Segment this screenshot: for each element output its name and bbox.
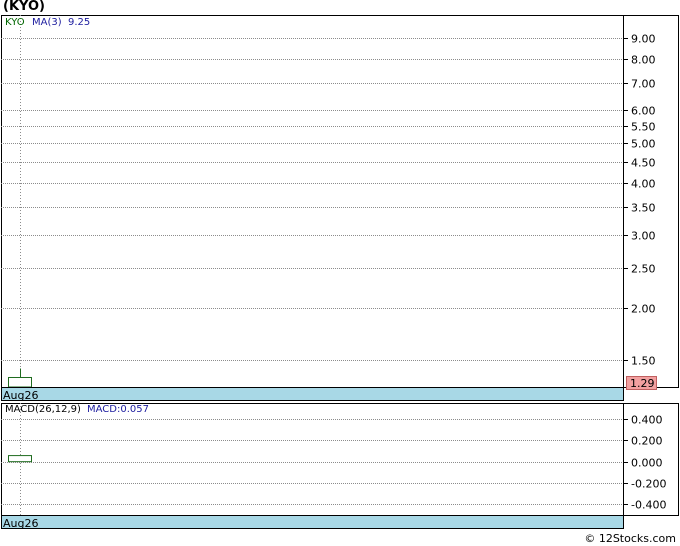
macd-tick-label: 0.200 bbox=[631, 435, 663, 448]
candle-body bbox=[8, 376, 32, 388]
legend-ma-value: 9.25 bbox=[68, 17, 90, 28]
macd-tick-label: 0.400 bbox=[631, 414, 663, 427]
price-tick-label: 5.50 bbox=[631, 121, 656, 134]
price-tick-label: 8.00 bbox=[631, 54, 656, 67]
legend-symbol: KYO bbox=[5, 17, 25, 28]
macd-bar bbox=[8, 455, 32, 463]
price-date-band bbox=[1, 387, 624, 401]
price-tick-label: 1.50 bbox=[631, 355, 656, 368]
price-tick-label: 6.00 bbox=[631, 105, 656, 118]
price-tick-label: 9.00 bbox=[631, 33, 656, 46]
macd-tick-label: -0.200 bbox=[631, 478, 666, 491]
price-date-label: Aug26 bbox=[3, 389, 38, 402]
macd-plot-area bbox=[1, 403, 624, 516]
macd-tick-label: 0.000 bbox=[631, 457, 663, 470]
price-plot-area bbox=[1, 15, 624, 388]
macd-tick-label: -0.400 bbox=[631, 499, 666, 512]
macd-legend-value: MACD:0.057 bbox=[87, 404, 149, 415]
price-tick-label: 2.00 bbox=[631, 303, 656, 316]
price-tick-label: 7.00 bbox=[631, 78, 656, 91]
last-price-label: 1.29 bbox=[630, 377, 655, 390]
macd-date-label: Aug26 bbox=[3, 517, 38, 530]
price-tick-label: 2.50 bbox=[631, 263, 656, 276]
price-tick-label: 4.50 bbox=[631, 157, 656, 170]
macd-legend-label: MACD(26,12,9) bbox=[5, 404, 81, 415]
footer-copyright: © 12Stocks.com bbox=[584, 532, 676, 545]
legend-ma-label: MA(3) bbox=[32, 17, 62, 28]
stock-chart: 1.50 2.00 2.50 3.00 3.50 4.00 4.50 5.00 5.50 6.00… bbox=[1, 15, 679, 530]
price-tick-label: 3.50 bbox=[631, 202, 656, 215]
price-tick-label: 3.00 bbox=[631, 230, 656, 243]
price-tick-label: 5.00 bbox=[631, 138, 656, 151]
macd-date-band bbox=[1, 515, 624, 529]
price-tick-label: 4.00 bbox=[631, 178, 656, 191]
